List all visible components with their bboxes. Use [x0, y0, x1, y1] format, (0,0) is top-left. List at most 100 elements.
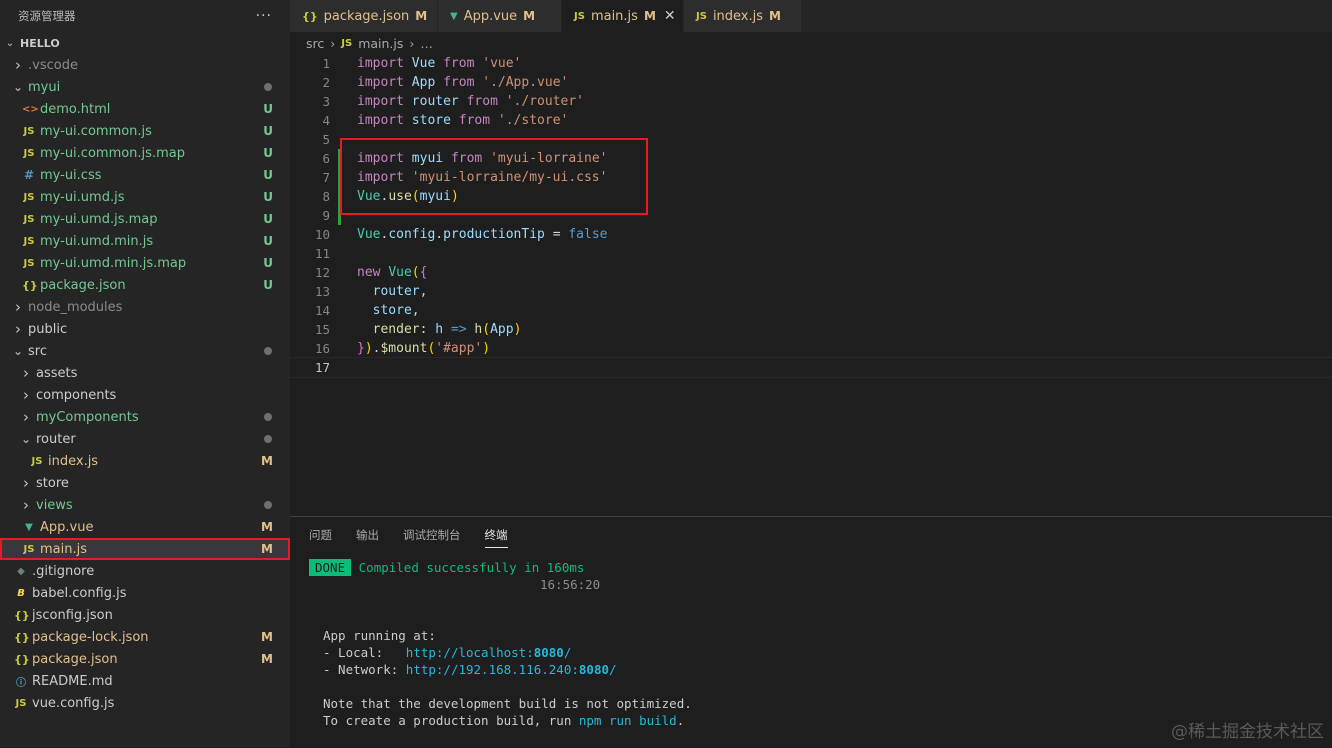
- chevron-right-icon: ›: [23, 474, 29, 492]
- tree-item[interactable]: JS index.js M: [0, 450, 290, 472]
- tree-item[interactable]: {} package.json U: [0, 274, 290, 296]
- tree-item-label: demo.html: [40, 101, 111, 117]
- line-number: 13: [314, 284, 330, 299]
- json-file-icon: {}: [14, 652, 30, 666]
- tree-item[interactable]: ⌄ myui: [0, 76, 290, 98]
- breadcrumb-symbol[interactable]: …: [420, 36, 433, 51]
- local-url-end[interactable]: /: [564, 645, 572, 660]
- close-icon[interactable]: ✕: [664, 8, 676, 24]
- network-url[interactable]: http://192.168.116.240:: [406, 662, 579, 677]
- js-file-icon: JS: [23, 125, 35, 137]
- tree-item-label: my-ui.common.js: [40, 123, 152, 139]
- tree-item[interactable]: {} package-lock.json M: [0, 626, 290, 648]
- more-actions-icon[interactable]: ···: [256, 8, 272, 24]
- tree-item[interactable]: JS my-ui.common.js U: [0, 120, 290, 142]
- tree-item[interactable]: {} package.json M: [0, 648, 290, 670]
- code-line: import Vue from 'vue': [357, 56, 522, 71]
- modified-dot-icon: [264, 347, 272, 355]
- tree-item[interactable]: JS my-ui.umd.js U: [0, 186, 290, 208]
- chevron-down-icon: ⌄: [20, 432, 32, 446]
- git-status-badge: U: [263, 146, 273, 160]
- tree-item[interactable]: › components: [0, 384, 290, 406]
- tree-item[interactable]: › public: [0, 318, 290, 340]
- tree-item-label: main.js: [40, 541, 87, 557]
- tab-debug-console[interactable]: 调试控制台: [403, 523, 461, 547]
- tab-package-json[interactable]: {} package.json M: [290, 0, 438, 32]
- tree-item[interactable]: JS main.js M: [0, 538, 290, 560]
- tree-item[interactable]: ⌄ router: [0, 428, 290, 450]
- note-line-2-end: .: [676, 713, 685, 728]
- git-status-badge: M: [261, 542, 273, 556]
- breadcrumb-file[interactable]: main.js: [358, 36, 403, 51]
- js-file-icon: JS: [23, 191, 35, 203]
- tree-item[interactable]: JS my-ui.umd.min.js U: [0, 230, 290, 252]
- tree-item-label: README.md: [32, 673, 113, 689]
- explorer-sidebar: 资源管理器 ··· ⌄ HELLO › .vscode ⌄ myui <> demo.ht…: [0, 0, 290, 747]
- chevron-right-icon: ›: [15, 298, 21, 316]
- watermark: @稀土掘金技术社区: [1171, 722, 1324, 742]
- git-status-badge: U: [263, 256, 273, 270]
- code-line: router,: [372, 284, 428, 299]
- tab-index-js[interactable]: JS index.js M: [684, 0, 802, 32]
- tree-item[interactable]: › node_modules: [0, 296, 290, 318]
- tree-item[interactable]: JS my-ui.common.js.map U: [0, 142, 290, 164]
- tree-item-label: my-ui.umd.js: [40, 189, 125, 205]
- tree-item[interactable]: JS vue.config.js: [0, 692, 290, 714]
- code-line: import App from './App.vue': [357, 75, 569, 90]
- tree-item-label: components: [36, 387, 117, 403]
- breadcrumb-folder[interactable]: src: [306, 36, 324, 51]
- local-port[interactable]: 8080: [534, 645, 564, 660]
- tree-item[interactable]: <> demo.html U: [0, 98, 290, 120]
- tree-item[interactable]: ◆ .gitignore: [0, 560, 290, 582]
- git-status-badge: M: [261, 652, 273, 666]
- network-url-end[interactable]: /: [609, 662, 617, 677]
- tree-item-label: my-ui.css: [40, 167, 102, 183]
- js-file-icon: JS: [31, 455, 43, 467]
- tree-item[interactable]: ▼ App.vue M: [0, 516, 290, 538]
- tree-item[interactable]: {} jsconfig.json: [0, 604, 290, 626]
- local-url[interactable]: http://localhost:: [406, 645, 534, 660]
- tree-item[interactable]: › views: [0, 494, 290, 516]
- tree-item[interactable]: › .vscode: [0, 54, 290, 76]
- workspace-root[interactable]: ⌄ HELLO: [0, 32, 290, 54]
- network-port[interactable]: 8080: [579, 662, 609, 677]
- tree-item[interactable]: › assets: [0, 362, 290, 384]
- code-editor[interactable]: 1 import Vue from 'vue' 2 import App fro…: [289, 54, 1332, 516]
- git-status-badge: U: [263, 190, 273, 204]
- tab-problems[interactable]: 问题: [309, 523, 332, 547]
- line-number: 12: [314, 265, 330, 280]
- tree-item[interactable]: ⌄ src: [0, 340, 290, 362]
- code-line: import store from './store': [357, 113, 569, 128]
- tab-output[interactable]: 输出: [356, 523, 379, 547]
- tree-item[interactable]: # my-ui.css U: [0, 164, 290, 186]
- status-badge: DONE: [309, 559, 352, 576]
- timestamp: 16:56:20: [540, 577, 601, 592]
- tree-item-label: my-ui.common.js.map: [40, 145, 185, 161]
- chevron-right-icon: ›: [15, 320, 21, 338]
- js-file-icon: JS: [23, 147, 35, 159]
- json-file-icon: {}: [14, 630, 30, 644]
- tree-item-label: App.vue: [40, 519, 94, 535]
- tree-item[interactable]: ⓘ README.md: [0, 670, 290, 692]
- tab-app-vue[interactable]: ▼ App.vue M: [438, 0, 562, 32]
- tree-item[interactable]: Bbabel.config.js: [0, 582, 290, 604]
- json-file-icon: {}: [14, 608, 30, 622]
- tree-item[interactable]: JS my-ui.umd.min.js.map U: [0, 252, 290, 274]
- js-file-icon: JS: [23, 235, 35, 247]
- tab-main-js[interactable]: JS main.js M ✕: [562, 0, 684, 32]
- vue-file-icon: ▼: [450, 10, 458, 22]
- git-file-icon: ◆: [17, 565, 25, 577]
- tree-item[interactable]: › myComponents: [0, 406, 290, 428]
- line-number: 17: [314, 360, 330, 375]
- tree-item-label: package.json: [40, 277, 126, 293]
- tree-item-label: assets: [36, 365, 78, 381]
- tree-item[interactable]: › store: [0, 472, 290, 494]
- babel-file-icon: B: [17, 587, 25, 599]
- git-status-badge: U: [263, 212, 273, 226]
- git-status-badge: M: [261, 630, 273, 644]
- tab-terminal[interactable]: 终端: [484, 523, 508, 548]
- tree-item[interactable]: JS my-ui.umd.js.map U: [0, 208, 290, 230]
- git-status-badge: U: [263, 124, 273, 138]
- git-status-badge: U: [263, 168, 273, 182]
- workspace-root-label: HELLO: [20, 36, 60, 50]
